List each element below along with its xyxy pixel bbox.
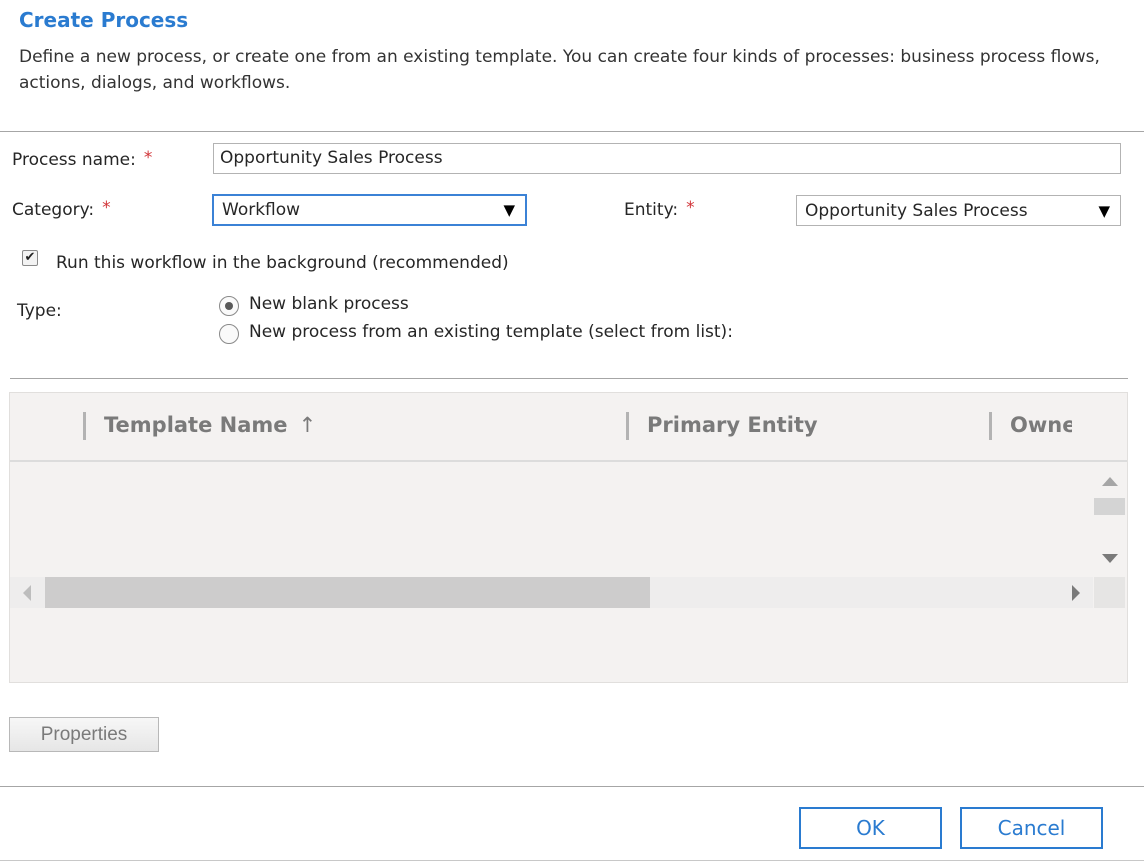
ok-button[interactable]: OK xyxy=(799,807,942,849)
dropdown-arrow-icon: ▼ xyxy=(1098,202,1110,220)
vertical-scrollbar[interactable] xyxy=(1094,463,1125,575)
column-header-template-name[interactable]: Template Name ↑ xyxy=(104,413,316,437)
arrow-up-icon: ↑ xyxy=(298,413,317,437)
column-header-primary-entity[interactable]: Primary Entity xyxy=(647,413,818,437)
run-background-label: Run this workflow in the background (rec… xyxy=(56,253,509,273)
process-name-label-group: Process name: * xyxy=(12,148,153,170)
category-select[interactable]: Workflow ▼ xyxy=(212,194,527,226)
scroll-down-icon[interactable] xyxy=(1102,554,1118,563)
required-icon: * xyxy=(143,148,153,168)
required-icon: * xyxy=(686,198,695,218)
scroll-right-icon[interactable] xyxy=(1072,585,1080,601)
dialog-description: Define a new process, or create one from… xyxy=(19,47,1100,93)
run-background-checkbox[interactable]: ✔ xyxy=(22,250,38,266)
column-header-label: Template Name xyxy=(104,413,288,437)
existing-template-radio[interactable] xyxy=(219,324,239,344)
process-name-input[interactable]: Opportunity Sales Process xyxy=(213,143,1121,174)
process-name-label: Process name: xyxy=(12,150,136,170)
column-separator xyxy=(83,412,86,440)
column-header-owner[interactable]: Owne xyxy=(1010,413,1072,437)
cancel-button[interactable]: Cancel xyxy=(960,807,1103,849)
entity-label-group: Entity: * xyxy=(624,198,695,220)
bottom-divider xyxy=(0,860,1144,861)
dropdown-arrow-icon: ▼ xyxy=(503,201,515,219)
category-select-value: Workflow xyxy=(222,200,301,220)
new-blank-process-radio[interactable] xyxy=(219,296,239,316)
top-divider xyxy=(0,131,1144,132)
scroll-up-icon[interactable] xyxy=(1102,477,1118,486)
horizontal-scrollbar[interactable] xyxy=(10,577,1093,608)
category-label: Category: xyxy=(12,200,95,220)
existing-template-label: New process from an existing template (s… xyxy=(249,322,733,342)
entity-select-value: Opportunity Sales Process xyxy=(805,201,1028,221)
scroll-left-icon[interactable] xyxy=(23,585,31,601)
new-blank-process-label: New blank process xyxy=(249,294,409,314)
horizontal-scroll-thumb[interactable] xyxy=(45,577,650,608)
type-label: Type: xyxy=(17,301,62,321)
properties-button[interactable]: Properties xyxy=(9,717,159,752)
grid-header-border xyxy=(10,460,1127,462)
vertical-scroll-thumb[interactable] xyxy=(1094,498,1125,515)
required-icon: * xyxy=(102,198,111,218)
grid-divider xyxy=(10,378,1128,379)
dialog-title: Create Process xyxy=(19,8,189,32)
entity-label: Entity: xyxy=(624,200,679,220)
column-separator xyxy=(989,412,992,440)
category-label-group: Category: * xyxy=(12,198,111,220)
scrollbar-corner xyxy=(1094,577,1125,608)
footer-divider xyxy=(0,786,1144,787)
column-separator xyxy=(626,412,629,440)
entity-select[interactable]: Opportunity Sales Process ▼ xyxy=(796,195,1121,226)
